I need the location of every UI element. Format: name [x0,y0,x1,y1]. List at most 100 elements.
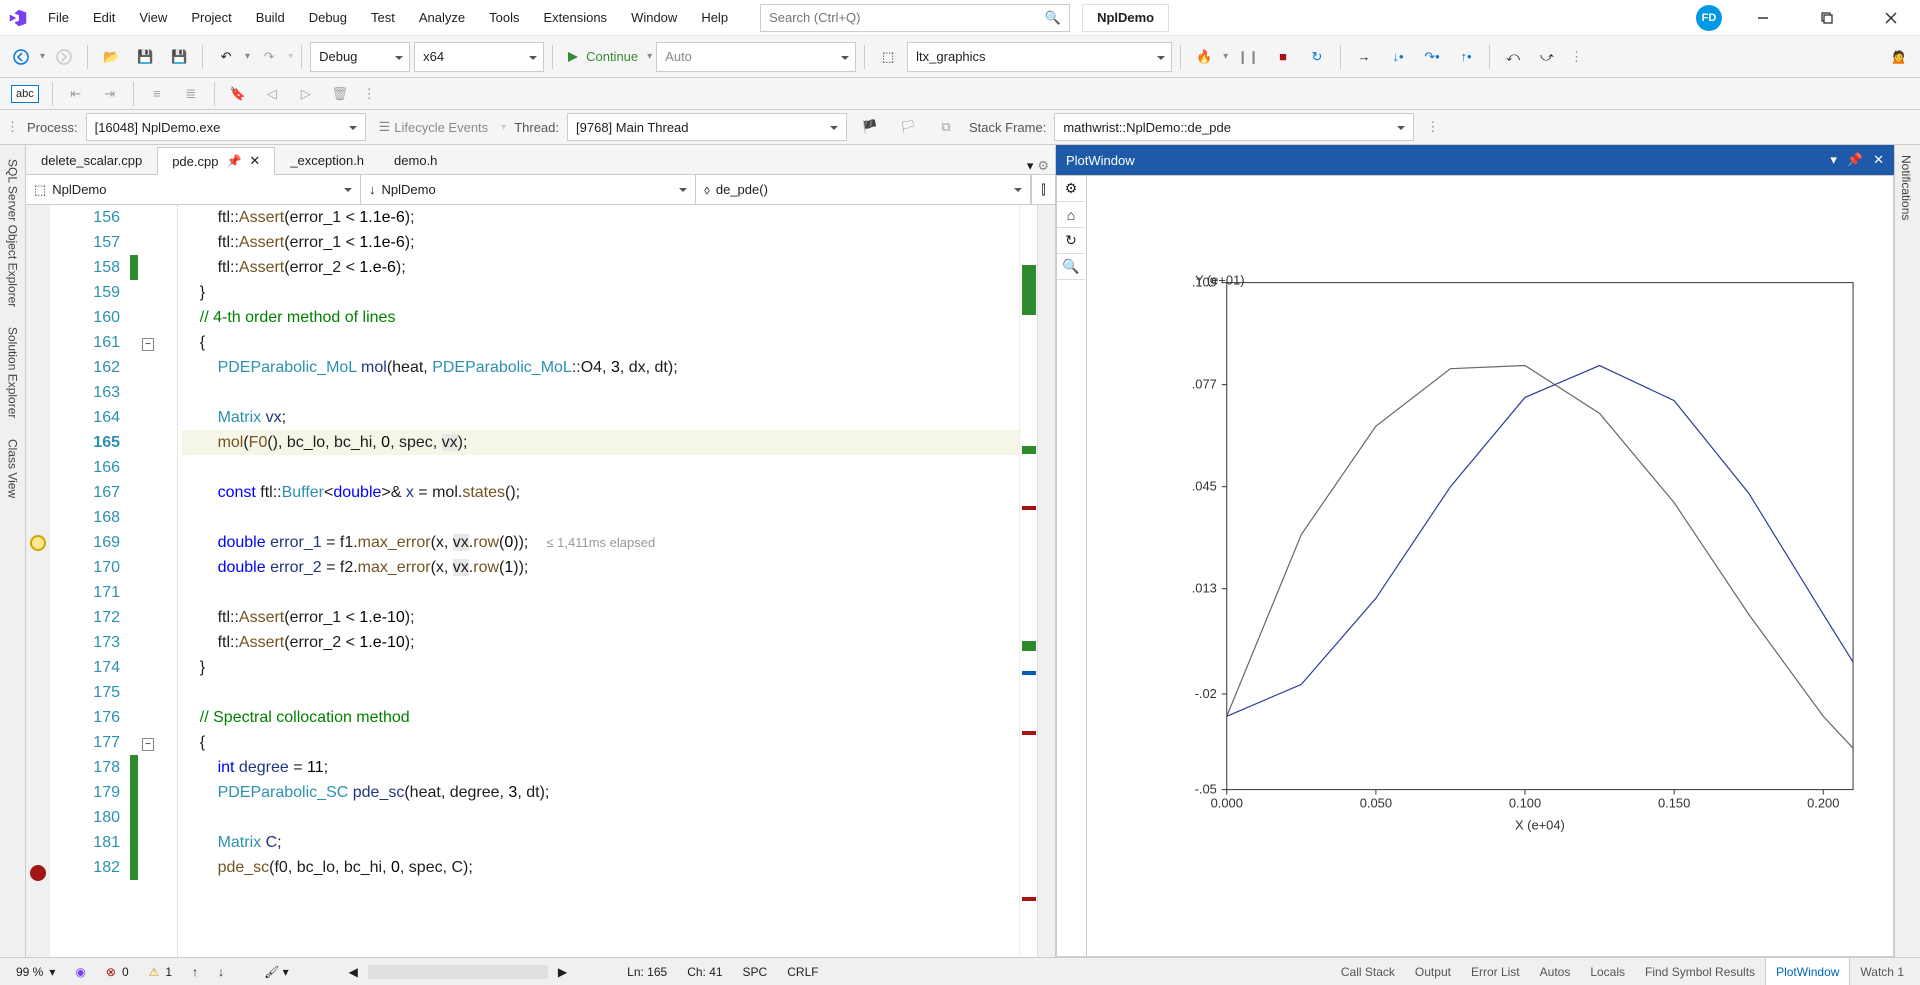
plot-dropdown-icon[interactable]: ▾ [1830,152,1837,168]
uncomment-button: ≣ [176,79,206,109]
tab-dropdown-icon[interactable]: ▾ [1027,158,1034,174]
stop-button[interactable]: ■ [1268,42,1298,72]
svg-text:-.05: -.05 [1195,782,1217,797]
bookmark-button[interactable]: 🔖 [223,79,253,109]
redo-button[interactable]: ↷ [254,42,284,72]
vertical-scrollbar[interactable] [1037,205,1055,957]
chart-area[interactable]: Y (e+01)0.0000.0500.1000.1500.200-.05-.0… [1087,176,1893,956]
close-button[interactable] [1868,0,1914,36]
minimize-button[interactable] [1740,0,1786,36]
nav-namespace-dropdown[interactable]: ↓ NplDemo [361,175,696,204]
thread-dropdown[interactable]: [9768] Main Thread [567,113,847,141]
show-next-button[interactable]: → [1349,42,1379,72]
continue-button[interactable]: Continue [561,42,643,72]
step-into-button[interactable]: ↓• [1383,42,1413,72]
nav-down-button[interactable]: ↓ [208,965,234,979]
left-tab[interactable]: SQL Server Object Explorer [2,149,24,317]
undo-button[interactable]: ↶ [211,42,241,72]
menu-file[interactable]: File [36,0,81,35]
step-other-button[interactable]: ⤻ [1532,42,1562,72]
user-avatar[interactable]: FD [1696,5,1722,31]
search-box[interactable]: 🔍 [760,4,1070,32]
step-over-button[interactable]: ↷• [1417,42,1447,72]
error-count[interactable]: ⊗ 0 [96,965,139,979]
hscroll-left[interactable]: ◀ [339,965,368,979]
restart-button[interactable]: ↻ [1302,42,1332,72]
config-dropdown[interactable]: Debug [310,42,410,72]
menu-tools[interactable]: Tools [477,0,531,35]
bottom-tab[interactable]: Autos [1530,958,1581,985]
menu-view[interactable]: View [127,0,179,35]
flag-icon[interactable]: 🏴 [855,112,885,142]
intellisense-icon[interactable]: ◉ [65,965,95,979]
menu-extensions[interactable]: Extensions [531,0,619,35]
minimap[interactable] [1019,205,1037,957]
menu-edit[interactable]: Edit [81,0,127,35]
flag2-icon: 🏳 [893,112,923,142]
menu-test[interactable]: Test [359,0,407,35]
maximize-button[interactable] [1804,0,1850,36]
nav-up-button[interactable]: ↑ [182,965,208,979]
menu-analyze[interactable]: Analyze [407,0,477,35]
menu-debug[interactable]: Debug [297,0,359,35]
plot-refresh-button[interactable]: ↻ [1057,228,1085,254]
hscroll-right[interactable]: ▶ [548,965,577,979]
pause-button[interactable]: ❙❙ [1232,42,1264,72]
zoom-level[interactable]: 99 % ▾ [6,965,65,979]
file-tab[interactable]: _exception.h [275,146,379,174]
open-file-button[interactable]: 📂 [96,42,126,72]
code-editor[interactable]: 1561571581591601611621631641651661671681… [26,205,1055,957]
search-input[interactable] [769,10,1045,25]
share-button[interactable]: 🙍 [1884,42,1914,72]
plot-zoom-button[interactable]: 🔍 [1057,254,1085,280]
col-indicator[interactable]: Ch: 41 [677,965,732,979]
warning-count[interactable]: ⚠ 1 [139,965,182,979]
indent-inc-button: ⇥ [95,79,125,109]
plot-close-icon[interactable]: ✕ [1873,152,1884,168]
split-button[interactable]: ⫿ [1031,175,1055,204]
file-tab[interactable]: demo.h [379,146,452,174]
auto-dropdown[interactable]: Auto [656,42,856,72]
target-icon[interactable]: ⬚ [873,42,903,72]
hot-reload-button[interactable]: 🔥 [1189,42,1219,72]
left-tab[interactable]: Solution Explorer [2,317,24,428]
menu-project[interactable]: Project [179,0,243,35]
file-tab[interactable]: delete_scalar.cpp [26,146,157,174]
indent-indicator[interactable]: SPC [733,965,778,979]
save-all-button[interactable]: 💾 [164,42,194,72]
menu-help[interactable]: Help [689,0,740,35]
platform-dropdown[interactable]: x64 [414,42,544,72]
bottom-tab[interactable]: Watch 1 [1850,958,1914,985]
plot-settings-button[interactable]: ⚙ [1057,176,1085,202]
eol-indicator[interactable]: CRLF [777,965,828,979]
bottom-tab[interactable]: Call Stack [1331,958,1405,985]
file-tab[interactable]: pde.cpp 📌 ✕ [157,147,275,175]
left-tab[interactable]: Class View [2,429,24,508]
bottom-tab[interactable]: Locals [1580,958,1635,985]
solution-name[interactable]: NplDemo [1082,4,1169,32]
brush-icon[interactable]: 🖌 ▾ [254,965,299,979]
horizontal-scrollbar[interactable] [368,965,548,979]
stack-dropdown[interactable]: mathwrist::NplDemo::de_pde [1054,113,1414,141]
bottom-tab[interactable]: Error List [1461,958,1530,985]
right-tab[interactable]: Notifications [1895,145,1917,230]
nav-function-dropdown[interactable]: ⬨ de_pde() [696,175,1031,204]
bottom-tab[interactable]: Find Symbol Results [1635,958,1765,985]
save-button[interactable]: 💾 [130,42,160,72]
wrap-toggle-button[interactable]: abc [6,79,44,109]
step-backward-button[interactable]: ⤺ [1498,42,1528,72]
target-dropdown[interactable]: ltx_graphics [907,42,1172,72]
nav-back-button[interactable] [6,42,36,72]
line-indicator[interactable]: Ln: 165 [617,965,677,979]
menu-build[interactable]: Build [244,0,297,35]
plot-home-button[interactable]: ⌂ [1057,202,1085,228]
process-dropdown[interactable]: [16048] NplDemo.exe [86,113,366,141]
plot-window-title[interactable]: PlotWindow ▾ 📌 ✕ [1056,145,1894,175]
nav-project-dropdown[interactable]: ⬚ NplDemo [26,175,361,204]
plot-pin-icon[interactable]: 📌 [1847,152,1863,168]
tab-settings-icon[interactable]: ⚙ [1037,158,1049,174]
bottom-tab[interactable]: PlotWindow [1765,958,1850,985]
step-out-button[interactable]: ↑• [1451,42,1481,72]
bottom-tab[interactable]: Output [1405,958,1461,985]
menu-window[interactable]: Window [619,0,689,35]
